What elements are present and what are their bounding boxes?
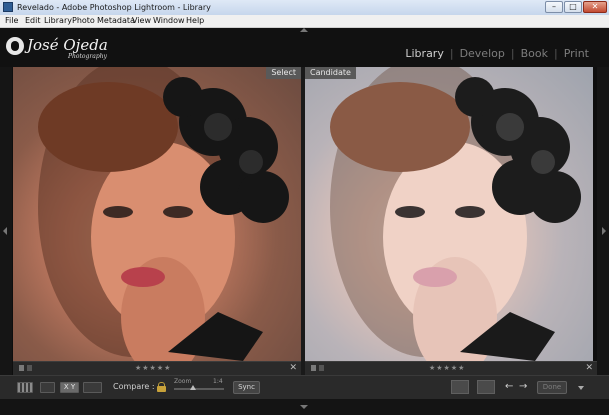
sync-button[interactable]: Sync <box>233 381 260 394</box>
menu-edit[interactable]: Edit <box>25 15 41 27</box>
module-separator: | <box>553 46 558 60</box>
make-select-button[interactable] <box>477 380 495 394</box>
zoom-slider[interactable] <box>174 388 224 390</box>
pick-flag-icon[interactable] <box>311 365 316 371</box>
toolbar: X Y Compare : Zoom 1:4 Sync ← → Done <box>0 375 609 399</box>
filmstrip-strip <box>0 399 609 415</box>
module-develop[interactable]: Develop <box>460 47 505 60</box>
right-panel-strip <box>597 67 609 375</box>
reject-flag-icon[interactable] <box>319 365 324 371</box>
menu-file[interactable]: File <box>5 15 18 27</box>
toolbar-menu-chevron-icon[interactable] <box>578 386 584 390</box>
title-bar: Revelado - Adobe Photoshop Lightroom - L… <box>0 0 609 16</box>
module-library[interactable]: Library <box>405 47 443 60</box>
select-photo <box>38 67 289 361</box>
identity-plate-icon <box>6 37 24 55</box>
select-label: Select <box>266 67 301 79</box>
candidate-photo-pane[interactable]: Candidate <box>305 67 593 361</box>
zoom-slider-handle[interactable] <box>190 385 196 390</box>
swap-button[interactable] <box>451 380 469 394</box>
maximize-button[interactable]: □ <box>564 1 582 13</box>
select-info-bar: ★★★★★ ✕ <box>13 361 301 375</box>
window-title: Revelado - Adobe Photoshop Lightroom - L… <box>17 3 211 12</box>
module-book[interactable]: Book <box>521 47 548 60</box>
menu-view[interactable]: View <box>132 15 151 27</box>
module-picker: Library | Develop | Book | Print <box>405 46 589 60</box>
candidate-star-rating[interactable]: ★★★★★ <box>429 362 465 375</box>
candidate-label: Candidate <box>305 67 356 79</box>
menu-photo[interactable]: Photo <box>72 15 95 27</box>
menu-metadata[interactable]: Metadata <box>97 15 135 27</box>
module-header: José Ojeda Photography Library | Develop… <box>0 28 609 67</box>
close-button[interactable]: ✕ <box>583 1 607 13</box>
zoom-ratio: 1:4 <box>213 378 223 385</box>
candidate-close-icon[interactable]: ✕ <box>585 362 593 375</box>
done-button[interactable]: Done <box>537 381 567 394</box>
module-print[interactable]: Print <box>564 47 589 60</box>
identity-plate-subtitle: Photography <box>68 53 107 60</box>
menu-bar: File Edit Library Photo Metadata View Wi… <box>0 15 609 28</box>
lock-icon[interactable] <box>157 382 166 392</box>
grid-view-button[interactable] <box>17 382 33 393</box>
reject-flag-icon[interactable] <box>27 365 32 371</box>
module-separator: | <box>510 46 515 60</box>
loupe-view-button[interactable] <box>40 382 55 393</box>
select-star-rating[interactable]: ★★★★★ <box>135 362 171 375</box>
right-panel-toggle-icon[interactable] <box>602 227 606 235</box>
pick-flag-icon[interactable] <box>19 365 24 371</box>
left-panel-strip <box>0 67 12 375</box>
select-photo-pane[interactable]: Select <box>13 67 301 361</box>
select-close-icon[interactable]: ✕ <box>289 362 297 375</box>
bottom-panel-toggle-icon[interactable] <box>300 405 308 409</box>
candidate-info-bar: ★★★★★ ✕ <box>305 361 597 375</box>
candidate-photo <box>330 67 581 361</box>
module-separator: | <box>449 46 454 60</box>
survey-view-button[interactable] <box>83 382 102 393</box>
zoom-label: Zoom <box>174 378 192 385</box>
identity-plate-name: José Ojeda <box>27 36 108 54</box>
next-arrow-icon[interactable]: → <box>519 381 527 393</box>
menu-window[interactable]: Window <box>153 15 185 27</box>
previous-arrow-icon[interactable]: ← <box>505 381 513 393</box>
window-controls: – □ ✕ <box>545 1 607 13</box>
menu-help[interactable]: Help <box>186 15 204 27</box>
lightroom-window: Revelado - Adobe Photoshop Lightroom - L… <box>0 0 609 415</box>
minimize-button[interactable]: – <box>545 1 563 13</box>
left-panel-toggle-icon[interactable] <box>3 227 7 235</box>
compare-label: Compare : <box>113 382 155 391</box>
menu-library[interactable]: Library <box>44 15 72 27</box>
app-icon <box>3 2 13 12</box>
top-panel-toggle-icon[interactable] <box>300 28 308 32</box>
compare-view-button[interactable]: X Y <box>60 382 79 393</box>
